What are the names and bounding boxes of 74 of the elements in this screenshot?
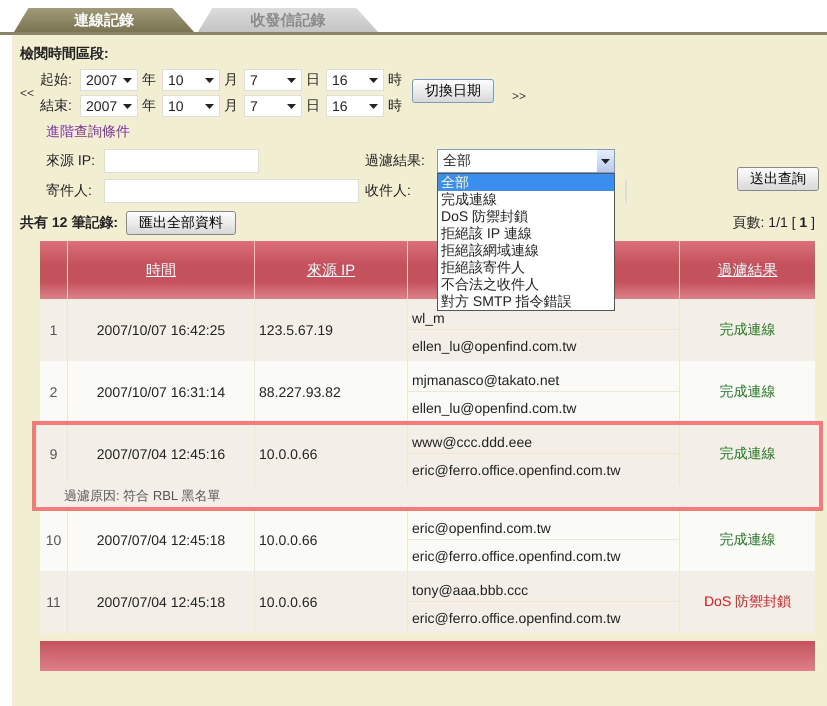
field-label: 來源 IP: [46, 152, 96, 170]
unit-label: 時 [388, 71, 402, 89]
unit-label: 年 [142, 71, 156, 89]
dropdown-option[interactable]: 拒絕該網域連線 [438, 242, 614, 259]
recipient-cell-text: eric@ferro.office.openfind.com.tw [411, 460, 622, 480]
unit-label: 日 [306, 97, 320, 115]
dropdown-option[interactable]: 對方 SMTP 指令錯誤 [438, 293, 614, 310]
dropdown-option[interactable]: 完成連線 [438, 191, 614, 208]
date-label: 結束: [40, 97, 73, 115]
result-cell-text: 完成連線 [718, 444, 776, 463]
unit-label: 月 [224, 97, 238, 115]
row-number: 11 [40, 571, 68, 633]
page-indicator: 頁數: 1/1 [ 1 ] [732, 214, 815, 232]
sender-field[interactable] [104, 179, 359, 203]
export-button[interactable]: 匯出全部資料 [126, 211, 236, 235]
date-label: 起始: [40, 71, 73, 89]
time-cell: 2007/07/04 12:45:18 [68, 571, 255, 633]
row-number: 9 [40, 423, 68, 485]
date-select[interactable]: 10 [162, 69, 220, 91]
switch-date-button[interactable]: 切換日期 [412, 79, 494, 103]
previous-link[interactable]: << [20, 86, 34, 100]
field-label: 寄件人: [46, 182, 93, 200]
result-cell-text: 完成連線 [718, 320, 776, 339]
ip-cell: 10.0.0.66 [255, 423, 408, 485]
dropdown-option[interactable]: 拒絕該寄件人 [438, 259, 614, 276]
date-select[interactable]: 16 [326, 69, 384, 91]
result-cell-text: 完成連線 [718, 382, 776, 401]
caret-icon [287, 104, 296, 108]
caret-icon [205, 78, 214, 82]
source-ip-field[interactable] [104, 149, 259, 173]
sender-cell: eric@openfind.com.tw [408, 509, 679, 540]
submit-query-button[interactable]: 送出查詢 [737, 167, 819, 191]
recipient-cell-text: ellen_lu@openfind.com.tw [411, 336, 578, 356]
date-select[interactable]: 2007 [80, 69, 138, 91]
recipient-cell-text: ellen_lu@openfind.com.tw [411, 398, 578, 418]
date-select[interactable]: 7 [244, 95, 302, 117]
caret-icon [369, 78, 378, 82]
date-select[interactable]: 16 [326, 95, 384, 117]
date-select[interactable]: 7 [244, 69, 302, 91]
section-heading: 檢閱時間區段: [20, 45, 110, 63]
filter-reason: 過濾原因: 符合 RBL 黑名單 [63, 487, 222, 505]
column-header-link[interactable]: 時間 [146, 260, 176, 280]
result-select[interactable]: 全部 [437, 149, 615, 173]
recipient-cell-text: eric@ferro.office.openfind.com.tw [411, 546, 622, 566]
dropdown-option[interactable]: DoS 防禦封鎖 [438, 208, 614, 225]
column-header-link[interactable]: 來源 IP [306, 260, 356, 280]
field-label: 收件人: [365, 182, 412, 200]
time-cell: 2007/07/04 12:45:16 [68, 423, 255, 485]
advanced-search-link[interactable]: 進階查詢條件 [46, 123, 819, 141]
unit-label: 月 [224, 71, 238, 89]
column-header-link[interactable]: 過濾結果 [718, 260, 778, 280]
caret-icon [123, 78, 132, 82]
caret-icon [123, 104, 132, 108]
next-link[interactable]: >> [512, 89, 526, 103]
record-count: 共有 12 筆記錄: [20, 214, 118, 232]
caret-icon [205, 104, 214, 108]
field-label: 過濾結果: [365, 152, 426, 170]
caret-icon [369, 104, 378, 108]
unit-label: 時 [388, 97, 402, 115]
tab[interactable]: 連線記錄 [14, 8, 194, 32]
result-cell-text: DoS 防禦封鎖 [702, 592, 792, 611]
unit-label: 日 [306, 71, 320, 89]
dropdown-option[interactable]: 拒絕該 IP 連線 [438, 225, 614, 242]
result-cell-text: 完成連線 [718, 530, 776, 549]
date-select[interactable]: 10 [162, 95, 220, 117]
sender-cell: mjmanasco@takato.net [408, 361, 679, 392]
date-select[interactable]: 2007 [80, 95, 138, 117]
recipient-cell-text: eric@ferro.office.openfind.com.tw [411, 608, 622, 628]
dropdown-option[interactable]: 不合法之收件人 [438, 276, 614, 293]
sender-cell: tony@aaa.bbb.ccc [408, 571, 679, 602]
ip-cell: 10.0.0.66 [255, 571, 408, 633]
caret-icon [287, 78, 296, 82]
unit-label: 年 [142, 97, 156, 115]
sender-cell: www@ccc.ddd.eee [408, 423, 679, 454]
